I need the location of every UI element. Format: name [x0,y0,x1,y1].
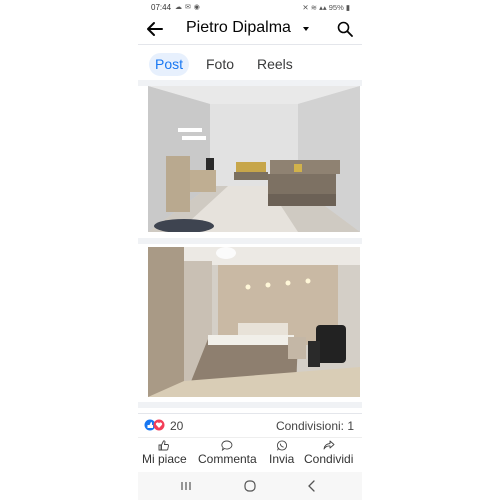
battery-level: 95% [328,3,344,12]
chevron-down-icon[interactable] [303,27,309,31]
post-stats: 20 Condivisioni: 1 [138,413,362,436]
wifi-icon: ≋ [310,3,318,12]
post-actions: Mi piace Commenta Invia Condividi [138,437,362,470]
tab-post[interactable]: Post [149,53,190,76]
divider [138,238,362,244]
comment-label: Commenta [198,452,257,466]
comment-button[interactable]: Commenta [198,440,257,466]
tab-foto[interactable]: Foto [200,53,240,76]
signal-icon: ▴▴ [319,3,327,12]
share-label: Condividi [304,452,354,466]
search-icon[interactable] [337,21,353,37]
send-label: Invia [269,452,295,466]
like-icon [158,440,170,451]
reactions-icon[interactable] [144,419,168,431]
status-bar: 07:44 ☁ ✉ ◉ ✕ ≋ ▴▴ 95% ▮ [138,0,362,14]
share-button[interactable]: Condividi [304,440,353,466]
notification-icons: ☁ ✉ ◉ [175,4,201,11]
status-time: 07:44 [151,3,172,12]
facebook-phone-screen: 07:44 ☁ ✉ ◉ ✕ ≋ ▴▴ 95% ▮ Pietro Dipalma … [138,0,362,500]
mute-icon: ✕ [302,3,309,12]
reactions-count[interactable]: 20 [170,419,183,433]
recents-icon[interactable] [178,478,194,494]
back-nav-icon[interactable] [304,478,320,494]
whatsapp-icon [276,440,287,451]
post-photo-bedroom[interactable] [148,247,360,397]
share-icon [323,440,335,450]
profile-tabs: Post Foto Reels [138,45,362,83]
shares-count[interactable]: Condivisioni: 1 [276,419,354,433]
back-arrow-icon[interactable] [146,20,164,38]
tab-reels[interactable]: Reels [251,53,299,76]
divider [138,402,362,408]
home-icon[interactable] [242,478,258,494]
comment-icon [221,440,233,451]
post-photo-living-room[interactable] [148,86,360,232]
battery-icon: ▮ [345,3,350,12]
like-label: Mi piace [142,452,187,466]
profile-header: Pietro Dipalma [138,14,362,45]
like-button[interactable]: Mi piace [142,440,187,466]
profile-name[interactable]: Pietro Dipalma [186,19,291,37]
android-navigation-bar [138,472,362,500]
status-right: ✕ ≋ ▴▴ 95% ▮ [302,3,350,12]
send-button[interactable]: Invia [269,440,294,466]
